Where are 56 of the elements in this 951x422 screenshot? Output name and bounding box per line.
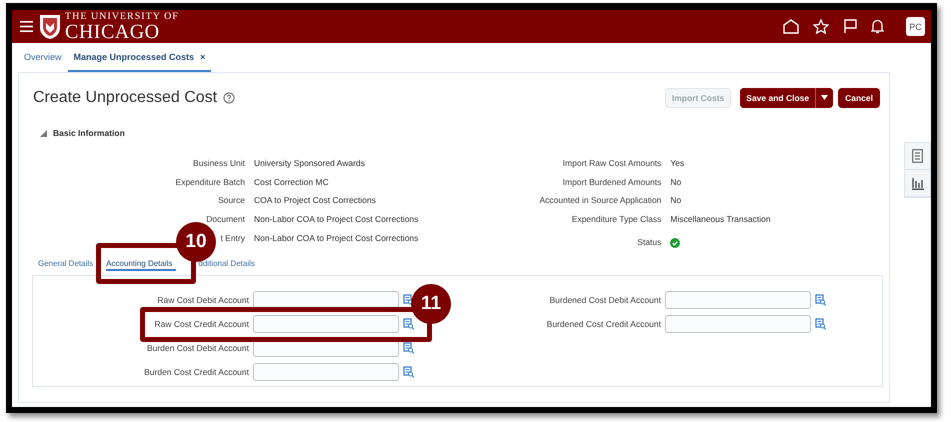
page-title: Create Unprocessed Cost [33, 88, 218, 106]
page-tab[interactable]: Manage Unprocessed Costs × [68, 43, 212, 72]
field-label: t Entry [220, 232, 245, 243]
field-label: Burden Cost Debit Account [146, 342, 249, 353]
field-value: No [670, 176, 682, 189]
account-field[interactable] [253, 362, 399, 381]
field-value: Non-Labor COA to Project Cost Corrections [254, 232, 418, 245]
detail-tab[interactable]: General Details [38, 256, 98, 271]
field-label: Expenditure Type Class [572, 214, 662, 224]
field-value: University Sponsored Awards [254, 158, 366, 170]
caret-icon [821, 95, 828, 100]
flag-icon[interactable] [843, 19, 857, 34]
page-tab[interactable]: Overview [18, 43, 68, 72]
field-label: Source [218, 195, 245, 206]
field-label: Status [637, 236, 662, 247]
user-avatar[interactable]: PC [906, 17, 925, 36]
collapse-icon[interactable] [40, 130, 47, 136]
lookup-icon[interactable] [403, 342, 415, 354]
home-icon[interactable] [783, 19, 799, 34]
save-and-close-button[interactable]: Save and Close [740, 88, 816, 108]
logo-text: THE UNIVERSITY OF [65, 12, 179, 22]
field-value: Non-Labor COA to Project Cost Corrections [254, 214, 418, 226]
bell-icon[interactable] [871, 19, 884, 34]
crest-icon [39, 14, 61, 40]
field-value: Miscellaneous Transaction [670, 214, 771, 226]
cancel-button[interactable]: Cancel [838, 88, 880, 108]
field-value: Cost Correction MC [254, 176, 330, 189]
logo-text: CHICAGO [65, 22, 161, 42]
field-label: Accounted in Source Application [539, 195, 662, 206]
account-field[interactable] [665, 314, 811, 333]
account-field[interactable] [665, 290, 811, 309]
field-label: Burdened Cost Debit Account [549, 294, 661, 305]
field-label: Business Unit [193, 158, 245, 168]
field-value: Yes [670, 158, 686, 170]
check-circle-icon [670, 238, 680, 248]
bar-chart-icon [910, 176, 924, 190]
field-value: No [670, 195, 682, 208]
field-label: Import Raw Cost Amounts [562, 158, 662, 168]
field-label: Import Burdened Amounts [562, 176, 662, 187]
detail-tab[interactable]: Accounting Details [106, 256, 176, 271]
step-number: 11 [411, 284, 451, 324]
account-field[interactable] [253, 314, 399, 333]
field-label: Expenditure Batch [176, 176, 245, 187]
field-label: Burden Cost Credit Account [144, 366, 249, 377]
help-icon[interactable] [223, 92, 236, 104]
menu-icon[interactable] [20, 21, 33, 32]
field-value: COA to Project Cost Corrections [254, 195, 377, 208]
field-label: Document [206, 214, 245, 224]
field-label: Raw Cost Debit Account [157, 294, 249, 305]
close-icon[interactable]: × [200, 52, 206, 62]
field-label: Raw Cost Credit Account [154, 318, 249, 329]
account-field[interactable] [253, 290, 399, 309]
star-icon[interactable] [813, 19, 829, 34]
document-icon [912, 149, 923, 163]
section-title: Basic Information [53, 128, 125, 138]
field-label: Burdened Cost Credit Account [546, 318, 661, 329]
